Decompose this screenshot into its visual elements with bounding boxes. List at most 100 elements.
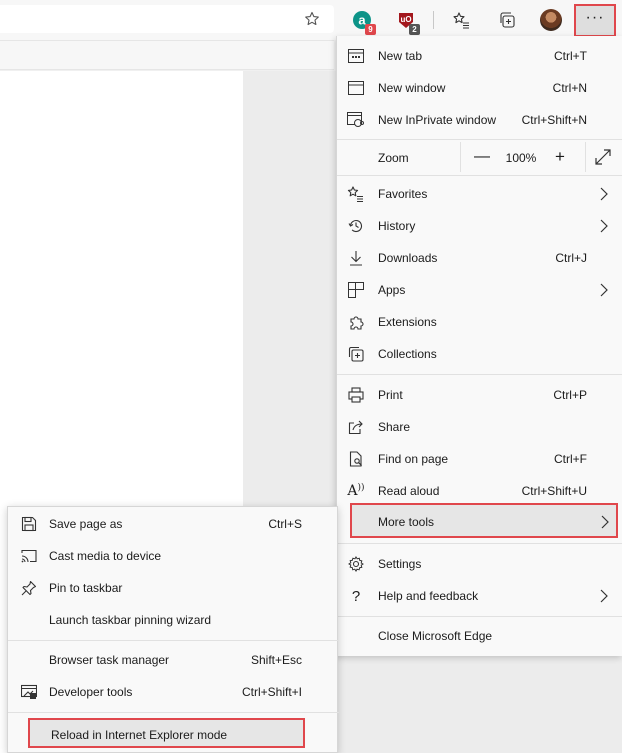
submenu-item-reload-in-ie-mode[interactable]: Reload in Internet Explorer mode — [28, 718, 305, 748]
browser-toolbar: a 9 uO 2 ··· — [0, 0, 622, 40]
menu-item-history[interactable]: History — [337, 210, 622, 242]
favorites-bar — [0, 40, 334, 70]
toolbar-divider — [433, 11, 434, 29]
menu-item-help-and-feedback[interactable]: ? Help and feedback — [337, 580, 622, 612]
menu-divider — [337, 175, 622, 176]
zoom-in-button[interactable]: + — [549, 146, 571, 168]
extension-a-button[interactable]: a 9 — [349, 7, 376, 35]
submenu-item-save-page-as[interactable]: Save page as Ctrl+S — [8, 508, 339, 540]
menu-divider — [337, 543, 622, 544]
menu-item-new-tab[interactable]: New tab Ctrl+T — [337, 40, 622, 72]
menu-item-shortcut: Ctrl+J — [555, 251, 587, 265]
new-tab-icon — [347, 48, 365, 64]
extension-badge: 9 — [365, 24, 376, 35]
submenu-item-cast-media[interactable]: Cast media to device — [8, 540, 339, 572]
menu-item-label: Extensions — [378, 315, 437, 329]
chevron-right-icon — [600, 589, 608, 603]
collections-icon — [498, 11, 516, 29]
more-icon: ··· — [585, 8, 605, 26]
chevron-right-icon — [600, 283, 608, 297]
gear-icon — [347, 556, 365, 572]
new-window-icon — [347, 80, 365, 96]
menu-item-close-microsoft-edge[interactable]: Close Microsoft Edge — [337, 620, 622, 652]
submenu-item-browser-task-manager[interactable]: Browser task manager Shift+Esc — [8, 644, 339, 676]
apps-icon — [347, 282, 365, 298]
avatar — [540, 9, 562, 31]
add-favorite-button[interactable] — [300, 7, 324, 31]
full-screen-icon — [595, 149, 611, 165]
menu-item-favorites[interactable]: Favorites — [337, 178, 622, 210]
zoom-control: Zoom — 100% + — [337, 140, 622, 174]
menu-item-settings[interactable]: Settings — [337, 548, 622, 580]
zoom-divider — [460, 142, 461, 172]
submenu-item-label: Launch taskbar pinning wizard — [49, 613, 212, 627]
submenu-divider — [8, 712, 339, 713]
menu-item-shortcut: Ctrl+Shift+U — [521, 484, 587, 498]
menu-item-new-window[interactable]: New window Ctrl+N — [337, 72, 622, 104]
svg-text:uO: uO — [400, 15, 411, 24]
submenu-item-developer-tools[interactable]: Developer tools Ctrl+Shift+I — [8, 676, 339, 708]
menu-item-shortcut: Ctrl+F — [554, 452, 587, 466]
page-margin-right — [334, 655, 622, 753]
submenu-item-shortcut: Ctrl+S — [268, 517, 302, 531]
menu-item-print[interactable]: Print Ctrl+P — [337, 379, 622, 411]
menu-item-shortcut: Ctrl+P — [553, 388, 587, 402]
favorites-button[interactable] — [448, 7, 474, 33]
zoom-divider — [585, 142, 586, 172]
menu-item-shortcut: Ctrl+T — [554, 49, 587, 63]
star-outline-icon — [304, 11, 320, 27]
favorites-icon — [347, 186, 365, 202]
menu-divider — [337, 616, 622, 617]
submenu-item-label: Developer tools — [49, 685, 133, 699]
menu-item-label: Help and feedback — [378, 589, 479, 603]
submenu-item-label: Reload in Internet Explorer mode — [51, 728, 228, 742]
share-icon — [347, 419, 365, 435]
extension-u-button[interactable]: uO 2 — [393, 7, 420, 35]
extensions-icon — [347, 314, 365, 330]
collections-icon — [347, 346, 365, 362]
profile-button[interactable] — [538, 7, 564, 33]
submenu-item-label: Pin to taskbar — [49, 581, 123, 595]
pin-icon — [20, 580, 38, 596]
address-bar[interactable] — [0, 5, 334, 33]
zoom-out-button[interactable]: — — [471, 146, 493, 168]
settings-and-more-menu: New tab Ctrl+T New window Ctrl+N New InP… — [336, 36, 622, 656]
menu-item-label: Apps — [378, 283, 406, 297]
menu-item-shortcut: Ctrl+Shift+N — [521, 113, 587, 127]
menu-item-label: New InPrivate window — [378, 113, 497, 127]
help-icon: ? — [351, 587, 361, 605]
full-screen-button[interactable] — [593, 147, 615, 169]
menu-item-label: Downloads — [378, 251, 438, 265]
print-icon — [347, 387, 365, 403]
more-tools-submenu: Save page as Ctrl+S Cast media to device… — [7, 506, 339, 753]
menu-divider — [337, 374, 622, 375]
chevron-right-icon — [601, 515, 609, 529]
collections-button[interactable] — [494, 7, 520, 33]
submenu-item-label: Save page as — [49, 517, 123, 531]
menu-item-label: Collections — [378, 347, 437, 361]
menu-item-label: History — [378, 219, 416, 233]
submenu-item-pin-to-taskbar[interactable]: Pin to taskbar — [8, 572, 339, 604]
menu-item-share[interactable]: Share — [337, 411, 622, 443]
save-icon — [20, 516, 38, 532]
submenu-divider — [8, 640, 339, 641]
menu-item-label: Share — [378, 420, 411, 434]
menu-item-more-tools[interactable]: More tools — [350, 503, 618, 538]
submenu-item-shortcut: Ctrl+Shift+I — [241, 685, 302, 699]
submenu-item-launch-taskbar-pinning-wizard[interactable]: Launch taskbar pinning wizard — [8, 604, 339, 636]
submenu-item-label: Cast media to device — [49, 549, 162, 563]
menu-item-label: Find on page — [378, 452, 449, 466]
zoom-label: Zoom — [378, 151, 409, 165]
menu-item-find-on-page[interactable]: Find on page Ctrl+F — [337, 443, 622, 475]
menu-item-collections[interactable]: Collections — [337, 338, 622, 370]
menu-item-downloads[interactable]: Downloads Ctrl+J — [337, 242, 622, 274]
menu-item-new-inprivate-window[interactable]: New InPrivate window Ctrl+Shift+N — [337, 104, 622, 136]
menu-item-label: Close Microsoft Edge — [378, 629, 493, 643]
menu-item-extensions[interactable]: Extensions — [337, 306, 622, 338]
menu-item-label: Favorites — [378, 187, 428, 201]
menu-item-apps[interactable]: Apps — [337, 274, 622, 306]
submenu-item-shortcut: Shift+Esc — [250, 653, 302, 667]
settings-and-more-button[interactable]: ··· — [574, 4, 616, 37]
menu-item-label: New tab — [378, 49, 423, 63]
history-icon — [347, 218, 365, 234]
